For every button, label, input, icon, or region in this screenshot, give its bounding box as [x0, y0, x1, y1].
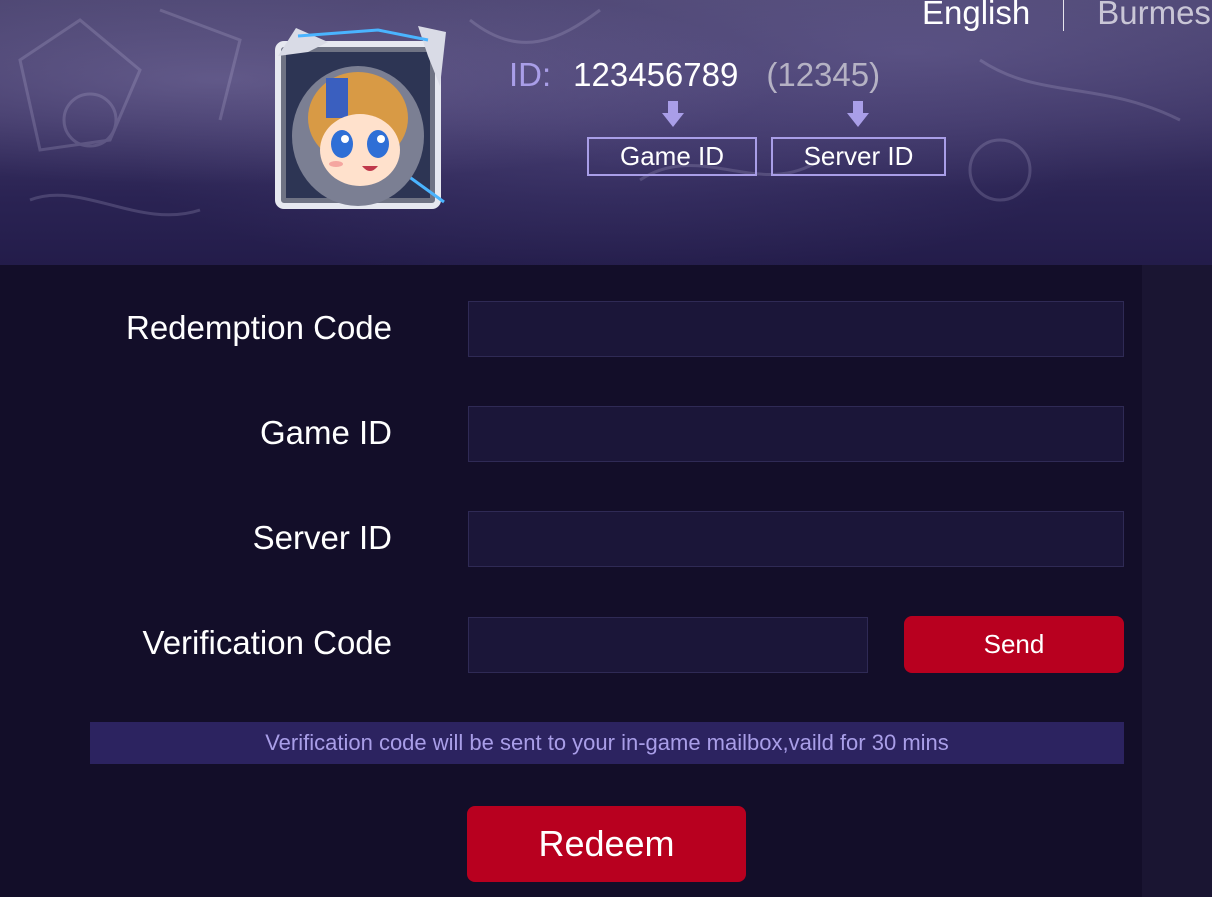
hero-avatar-icon [268, 26, 448, 210]
form-panel [0, 265, 1142, 897]
right-edge-panel [1142, 265, 1212, 897]
redemption-code-input[interactable] [468, 301, 1124, 357]
game-id-tag: Game ID [587, 137, 757, 176]
language-burmese[interactable]: Burmese [1097, 0, 1212, 32]
redeem-page: English Burmese [0, 0, 1212, 897]
language-divider [1063, 0, 1065, 31]
header-banner: English Burmese [0, 0, 1212, 265]
game-id-label: Game ID [259, 414, 392, 451]
down-arrow-icon [847, 101, 869, 127]
redeem-button[interactable]: Redeem [467, 806, 746, 882]
redemption-code-label: Redemption Code [126, 309, 392, 346]
id-example-line: ID: 123456789 (12345) [509, 56, 880, 94]
server-id-input[interactable] [468, 511, 1124, 567]
id-label: ID: [509, 56, 552, 93]
language-switcher: English Burmese [922, 0, 1212, 32]
down-arrow-icon [662, 101, 684, 127]
language-english[interactable]: English [922, 0, 1030, 32]
game-id-input[interactable] [468, 406, 1124, 462]
verification-code-input[interactable] [468, 617, 868, 673]
server-id-label: Server ID [252, 519, 392, 556]
header-background-art [18, 8, 1181, 217]
example-server-id: (12345) [766, 56, 881, 93]
example-game-id: 123456789 [573, 56, 739, 93]
server-id-tag: Server ID [771, 137, 946, 176]
send-code-button[interactable]: Send [904, 616, 1124, 673]
verification-notice: Verification code will be sent to your i… [90, 722, 1124, 764]
verification-code-label: Verification Code [142, 624, 392, 661]
